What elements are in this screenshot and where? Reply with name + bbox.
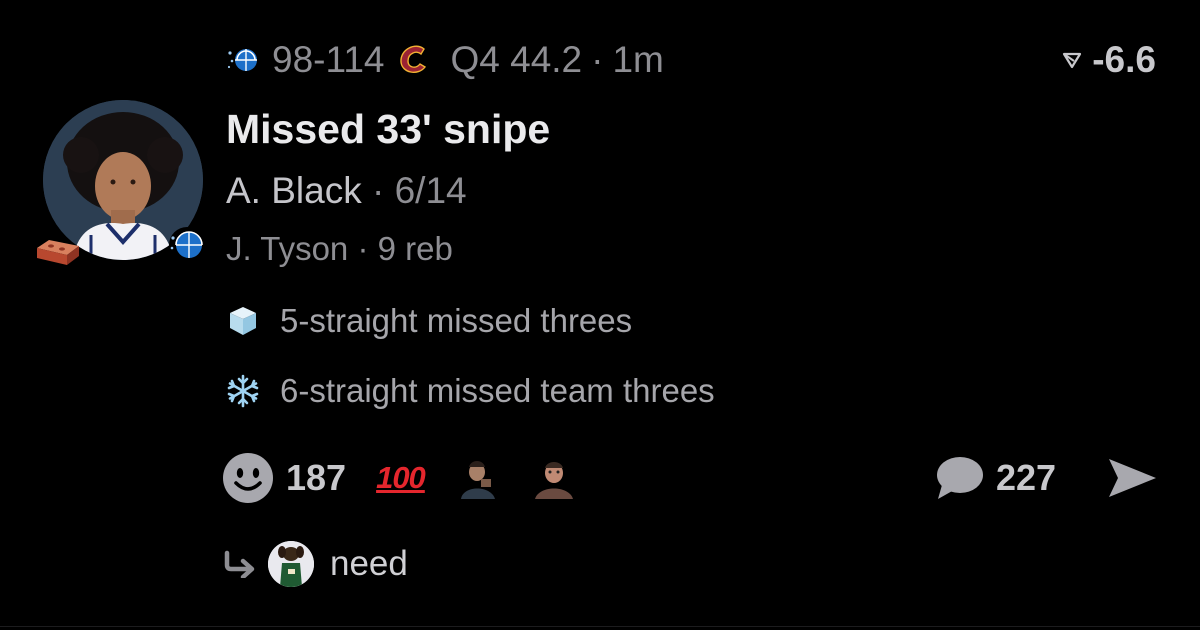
streak-text: 5-straight missed threes [280,302,633,339]
ice-cube-icon [230,307,256,335]
delta-value: -6.6 [1092,39,1156,80]
reaction-count: 187 [286,457,347,498]
secondary-player-name[interactable]: J. Tyson [226,230,348,267]
streak-item: 5-straight missed threes [226,301,632,341]
player-line: A. Black · 6/14 [226,170,467,212]
win-prob-delta: -6.6 [1062,38,1156,82]
send-share-icon[interactable] [1106,456,1158,500]
separator-dot: · [372,170,385,211]
snowflake-icon [227,374,259,408]
reaction-image-icon[interactable] [530,457,577,499]
comment-bubble-icon [937,457,983,499]
comments-button[interactable]: 227 [934,452,1056,504]
orlando-magic-logo-icon [227,49,257,71]
player-stat: 6/14 [394,170,467,211]
streak-text: 6-straight missed team threes [280,372,715,409]
play-title: Missed 33' snipe [226,106,551,152]
reaction-image-icon[interactable] [454,457,501,499]
divider [0,626,1200,627]
cleveland-cavaliers-logo-icon [400,45,427,73]
game-score-line: 98-114 Q4 44.2 · 1m [226,38,664,82]
comment-count: 227 [996,457,1057,498]
reply-user-avatar[interactable] [268,541,314,587]
game-clock: Q4 44.2 [450,39,583,80]
away-score: 98 [272,39,314,80]
reply-arrow-icon [224,550,255,578]
player-name[interactable]: A. Black [226,170,362,211]
secondary-player-stat: 9 reb [377,230,453,267]
streak-item: 6-straight missed team threes [226,371,715,411]
orlando-magic-badge-icon [169,227,205,263]
reply-preview[interactable]: need [224,540,408,588]
down-triangle-icon [1063,52,1082,69]
brick-icon [37,240,79,265]
home-score: 114 [325,39,385,80]
hundred-points-emoji[interactable]: 100 [376,460,426,496]
separator-dot: · [591,39,604,80]
score-dash: - [313,39,326,80]
post-age: 1m [612,39,664,80]
separator-dot: · [357,230,369,267]
secondary-player-line: J. Tyson · 9 reb [226,230,453,268]
add-reaction-smiley-icon[interactable] [222,452,274,504]
reply-text: need [330,544,408,583]
reactions-bar: 187 100 [222,452,607,504]
reply-avatar-image [268,541,314,587]
